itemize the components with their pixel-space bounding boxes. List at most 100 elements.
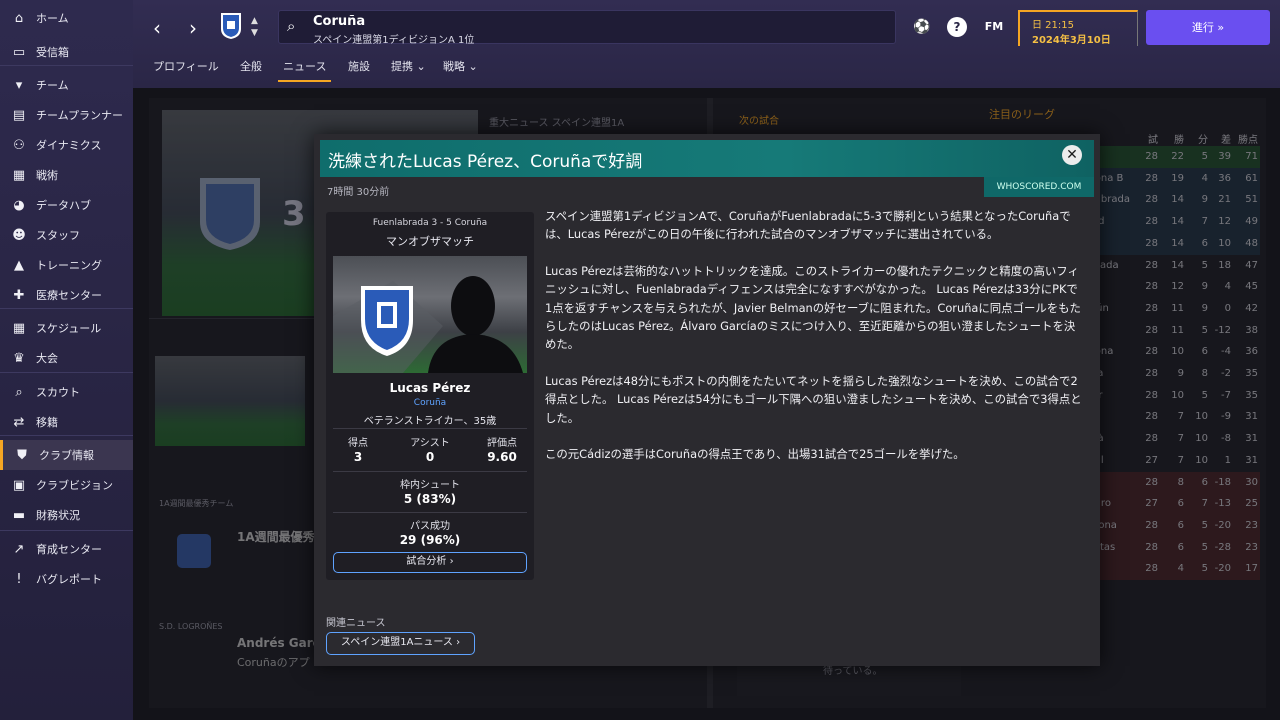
forward-arrow-icon[interactable]: › xyxy=(181,14,205,42)
sidebar-item-training[interactable]: ▲ トレーニング xyxy=(0,250,133,280)
down-chevron-icon[interactable]: ▼ xyxy=(251,28,258,38)
top-bar: ‹ › ▲ ▼ ⌕ Coruña スペイン連盟第1ディビジョンA 1位 ⚽ ? … xyxy=(133,0,1280,88)
related-news-label: 関連ニュース xyxy=(326,618,386,629)
sidebar-item-label: データハブ xyxy=(36,199,91,212)
sidebar-item-label: 移籍 xyxy=(36,416,58,429)
sidebar-divider xyxy=(0,308,133,309)
tab-news[interactable]: ニュース xyxy=(278,58,332,82)
sidebar-item-label: クラブ情報 xyxy=(39,449,94,462)
article-paragraph: Lucas Pérezは芸術的なハットトリックを達成。このストライカーの優れたテ… xyxy=(545,263,1081,352)
sidebar-item-label: クラブビジョン xyxy=(36,479,113,492)
match-score: Fuenlabrada 3 - 5 Coruña xyxy=(372,218,488,228)
training-icon: ▲ xyxy=(14,257,24,273)
award-title: マンオブザマッチ xyxy=(386,235,474,248)
tab-affiliates[interactable]: 提携 ⌄ xyxy=(391,58,426,82)
news-age: 7時間 30分前 xyxy=(327,187,390,198)
pass-value: 29 (96%) xyxy=(399,533,461,547)
tab-strategy[interactable]: 戦略 ⌄ xyxy=(443,58,478,82)
back-arrow-icon[interactable]: ‹ xyxy=(145,14,169,42)
sidebar: ⌂ ホーム ▭ 受信箱 ▾ チーム ▤ チームプランナー ⚇ ダイナミクス ▦ 戦術 ◕ データハブ ☻ スタ… xyxy=(0,0,133,720)
scout-icon: ⌕ xyxy=(15,384,23,400)
sidebar-item-home[interactable]: ⌂ ホーム xyxy=(0,3,133,33)
sidebar-item-vision[interactable]: ▣ クラブビジョン xyxy=(0,470,133,500)
rating-value: 9.60 xyxy=(487,450,517,464)
medical-icon: ✚ xyxy=(13,287,25,303)
inbox-icon: ▭ xyxy=(12,44,26,60)
sidebar-item-people[interactable]: ⚇ ダイナミクス xyxy=(0,130,133,160)
player-name: Lucas Pérez xyxy=(389,381,471,395)
current-time: 日 21:15 xyxy=(1032,20,1074,31)
shots-value: 5 (83%) xyxy=(403,492,457,506)
sidebar-item-label: ダイナミクス xyxy=(36,139,102,152)
club-search-box[interactable]: ⌕ Coruña スペイン連盟第1ディビジョンA 1位 xyxy=(278,10,896,46)
match-analysis-button[interactable]: 試合分析 › xyxy=(333,552,527,573)
player-role: ベテランストライカー、35歳 xyxy=(363,416,497,427)
modal-header: 洗練されたLucas Pérez、Coruñaで好調 ✕ xyxy=(320,140,1094,177)
transfer-icon: ⇄ xyxy=(13,414,25,430)
fm-menu-icon[interactable]: FM xyxy=(982,17,1006,37)
sidebar-item-label: スカウト xyxy=(36,386,80,399)
player-club-link[interactable]: Coruña xyxy=(326,398,534,408)
article-body: スペイン連盟第1ディビジョンAで、CoruñaがFuenlabradaに5-3で… xyxy=(545,207,1085,481)
rating-label: 評価点 xyxy=(487,438,517,449)
sidebar-item-label: 財務状況 xyxy=(36,509,80,522)
data-icon: ◕ xyxy=(13,197,25,213)
sidebar-item-transfer[interactable]: ⇄ 移籍 xyxy=(0,407,133,437)
goals-label: 得点 xyxy=(348,438,368,449)
date-time[interactable]: 日 21:15 2024年3月10日 xyxy=(1018,10,1138,46)
continue-button[interactable]: 進行 » xyxy=(1146,10,1270,45)
sidebar-item-clipboard[interactable]: ▤ チームプランナー xyxy=(0,100,133,130)
sidebar-item-staff[interactable]: ☻ スタッフ xyxy=(0,220,133,250)
sidebar-item-data[interactable]: ◕ データハブ xyxy=(0,190,133,220)
sidebar-item-inbox[interactable]: ▭ 受信箱 xyxy=(0,37,133,67)
sidebar-item-label: ホーム xyxy=(36,12,69,25)
divider xyxy=(333,428,527,429)
sidebar-item-label: 戦術 xyxy=(36,169,58,182)
sidebar-item-scout[interactable]: ⌕ スカウト xyxy=(0,377,133,407)
close-icon[interactable]: ✕ xyxy=(1062,145,1082,165)
assists-label: アシスト xyxy=(410,438,450,449)
club-subtitle: スペイン連盟第1ディビジョンA 1位 xyxy=(313,35,475,46)
source-badge[interactable]: WHOSCORED.COM xyxy=(984,177,1094,197)
clipboard-icon: ▤ xyxy=(12,107,26,123)
tab-profile[interactable]: プロフィール xyxy=(153,58,219,82)
divider xyxy=(333,471,527,472)
article-paragraph: Lucas Pérezは48分にもポストの内側をたたいてネットを揺らした強烈なシ… xyxy=(545,373,1082,425)
sidebar-item-medical[interactable]: ✚ 医療センター xyxy=(0,280,133,310)
sidebar-divider xyxy=(0,372,133,373)
sidebar-item-shield[interactable]: ⛊ クラブ情報 xyxy=(0,440,133,470)
sidebar-item-label: スタッフ xyxy=(36,229,80,242)
staff-icon: ☻ xyxy=(12,227,26,243)
trophy-icon: ♛ xyxy=(13,350,25,366)
sidebar-item-label: チーム xyxy=(36,79,69,92)
pass-label: パス成功 xyxy=(410,521,450,532)
news-modal: 洗練されたLucas Pérez、Coruñaで好調 ✕ WHOSCORED.C… xyxy=(314,134,1100,666)
up-chevron-icon[interactable]: ▲ xyxy=(251,16,258,26)
sidebar-item-calendar[interactable]: ▦ スケジュール xyxy=(0,313,133,343)
sidebar-item-label: 大会 xyxy=(36,352,58,365)
tab-facilities[interactable]: 施設 xyxy=(348,58,370,82)
modal-title: 洗練されたLucas Pérez、Coruñaで好調 xyxy=(328,152,643,172)
player-silhouette-icon xyxy=(333,276,523,373)
player-image xyxy=(333,256,527,373)
assists-value: 0 xyxy=(425,450,435,464)
sidebar-item-tactics[interactable]: ▦ 戦術 xyxy=(0,160,133,190)
sidebar-item-bug[interactable]: ! バグレポート xyxy=(0,564,133,594)
calendar-icon: ▦ xyxy=(12,320,26,336)
article-paragraph: この元Cádizの選手はCoruñaの得点王であり、出場31試合で25ゴールを挙… xyxy=(545,447,965,462)
sidebar-item-growth[interactable]: ↗ 育成センター xyxy=(0,534,133,564)
sidebar-item-trophy[interactable]: ♛ 大会 xyxy=(0,343,133,373)
sidebar-item-label: 受信箱 xyxy=(36,46,69,59)
people-icon: ⚇ xyxy=(13,137,25,153)
ball-icon[interactable]: ⚽ xyxy=(912,17,932,37)
vision-icon: ▣ xyxy=(12,477,26,493)
sidebar-item-shirt[interactable]: ▾ チーム xyxy=(0,70,133,100)
help-icon[interactable]: ? xyxy=(947,17,967,37)
tactics-icon: ▦ xyxy=(12,167,26,183)
search-icon: ⌕ xyxy=(287,17,296,35)
sidebar-item-finance[interactable]: ▬ 財務状況 xyxy=(0,500,133,530)
related-news-button[interactable]: スペイン連盟1Aニュース › xyxy=(326,632,475,655)
tab-general[interactable]: 全般 xyxy=(240,58,262,82)
club-name: Coruña xyxy=(313,14,366,29)
club-crest-icon[interactable] xyxy=(220,12,242,40)
